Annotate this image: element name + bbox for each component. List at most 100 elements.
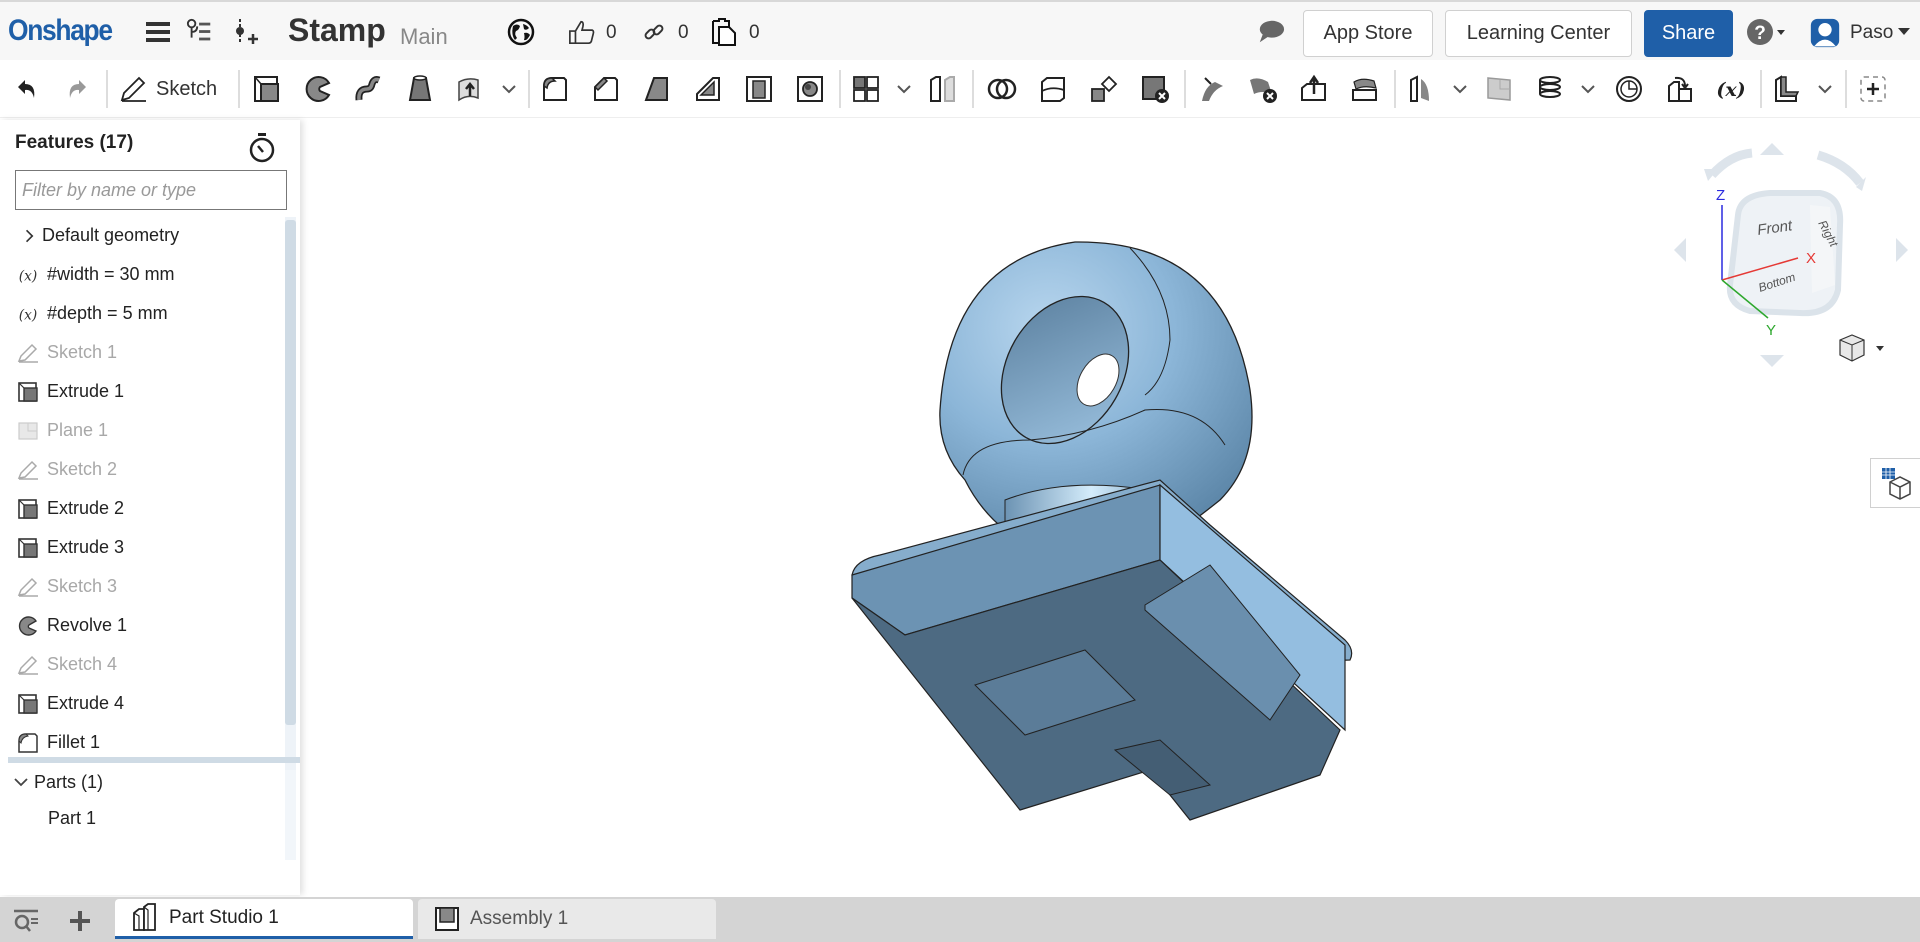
panel-resize-divider[interactable]	[8, 757, 300, 763]
feature-item[interactable]: Extrude 4	[0, 684, 285, 723]
replace-face-icon[interactable]	[1348, 72, 1382, 106]
hamburger-menu-icon[interactable]	[144, 18, 172, 46]
parts-list-scrollbar[interactable]	[285, 770, 296, 860]
toolbar-separator	[1184, 70, 1186, 108]
onshape-logo[interactable]: Onshape	[8, 14, 113, 48]
delete-part-icon[interactable]	[1138, 72, 1172, 106]
tab-label: Part Studio 1	[169, 906, 279, 928]
feature-list-scrollbar[interactable]	[285, 217, 296, 847]
tab-assembly-1[interactable]: Assembly 1	[418, 899, 716, 939]
move-face-icon[interactable]	[1297, 72, 1331, 106]
undo-icon[interactable]	[10, 72, 44, 106]
feature-item[interactable]: Sketch 2	[0, 450, 285, 489]
scrollbar-thumb[interactable]	[285, 220, 296, 725]
sweep-icon[interactable]	[352, 72, 386, 106]
mirror-icon[interactable]	[926, 72, 960, 106]
derived-icon[interactable]	[1663, 72, 1697, 106]
insert-version-icon[interactable]	[232, 18, 260, 46]
user-menu-caret-icon[interactable]	[1896, 18, 1912, 46]
chevron-down-icon[interactable]	[895, 78, 913, 100]
feature-item[interactable]: Sketch 3	[0, 567, 285, 606]
view-options-cube-icon	[1839, 334, 1884, 362]
chevron-right-icon[interactable]	[20, 224, 38, 248]
feature-item[interactable]: (x) #depth = 5 mm	[0, 294, 285, 333]
feature-item[interactable]: Extrude 2	[0, 489, 285, 528]
globe-public-icon[interactable]	[507, 18, 535, 46]
feature-item[interactable]: Extrude 3	[0, 528, 285, 567]
help-menu[interactable]: ?	[1746, 18, 1788, 46]
delete-face-icon[interactable]	[1246, 72, 1280, 106]
feature-filter-input[interactable]	[15, 170, 287, 210]
chevron-down-icon[interactable]	[1816, 78, 1834, 100]
fillet-icon[interactable]	[538, 72, 572, 106]
feature-item[interactable]: Revolve 1	[0, 606, 285, 645]
feature-item[interactable]: (x) #width = 30 mm	[0, 255, 285, 294]
modify-fillet-icon[interactable]	[1195, 72, 1229, 106]
view-cube[interactable]: Front Right Bottom Z X Y	[1660, 125, 1920, 375]
shell-icon[interactable]	[742, 72, 776, 106]
variable-icon[interactable]: (x)	[1714, 72, 1748, 106]
chevron-down-icon[interactable]	[1451, 78, 1469, 100]
feature-item[interactable]: Plane 1	[0, 411, 285, 450]
thicken-icon[interactable]	[454, 72, 488, 106]
display-options-icon[interactable]	[1870, 458, 1920, 508]
z-axis-label: Z	[1716, 187, 1725, 204]
tab-manager-search-icon[interactable]	[10, 905, 42, 937]
boolean-icon[interactable]	[985, 72, 1019, 106]
sketch-icon	[16, 575, 40, 599]
copy-document-icon[interactable]	[710, 18, 738, 46]
share-button[interactable]: Share	[1644, 10, 1733, 57]
svg-text:?: ?	[1754, 23, 1766, 44]
sheet-metal-icon[interactable]	[1770, 72, 1804, 106]
assembly-icon	[435, 907, 459, 931]
part-list-item[interactable]: Part 1	[48, 808, 96, 829]
chevron-down-icon[interactable]	[1579, 78, 1597, 100]
chamfer-icon[interactable]	[589, 72, 623, 106]
extrude-icon[interactable]	[250, 72, 284, 106]
user-avatar-icon[interactable]	[1810, 15, 1840, 51]
split-icon[interactable]	[1036, 72, 1070, 106]
feature-item[interactable]: Sketch 4	[0, 645, 285, 684]
chevron-down-icon[interactable]	[500, 78, 518, 100]
comment-icon[interactable]	[1257, 18, 1285, 46]
rollback-timer-icon[interactable]	[247, 132, 277, 164]
mate-connector-icon[interactable]	[1612, 72, 1646, 106]
view-rotate-up-icon	[1760, 143, 1784, 155]
hole-icon[interactable]	[793, 72, 827, 106]
link-icon[interactable]	[640, 18, 668, 46]
learning-center-button[interactable]: Learning Center	[1445, 10, 1632, 57]
redo-icon[interactable]	[60, 72, 94, 106]
rib-icon[interactable]	[691, 72, 725, 106]
thumbs-up-icon[interactable]	[568, 18, 596, 46]
feature-item[interactable]: Default geometry	[0, 216, 285, 255]
transform-icon[interactable]	[1087, 72, 1121, 106]
document-title[interactable]: Stamp	[288, 12, 386, 49]
tab-part-studio-1[interactable]: Part Studio 1	[115, 899, 413, 939]
add-tab-icon[interactable]	[64, 905, 96, 937]
revolve-icon[interactable]	[301, 72, 335, 106]
toolbar-separator	[528, 70, 530, 108]
user-name[interactable]: Paso	[1850, 22, 1893, 44]
3d-model-part[interactable]	[840, 230, 1400, 830]
parts-section-header[interactable]: Parts (1)	[14, 772, 103, 793]
mate-connector-plane-icon[interactable]	[1482, 72, 1516, 106]
feature-tree: Default geometry (x) #width = 30 mm (x) #dep…	[0, 216, 285, 762]
tab-bar: Part Studio 1 Assembly 1	[0, 897, 1920, 942]
feature-item[interactable]: Sketch 1	[0, 333, 285, 372]
helix-icon[interactable]	[1533, 72, 1567, 106]
feature-label: Extrude 2	[47, 498, 125, 518]
feature-label: Fillet 1	[47, 732, 101, 752]
app-store-button[interactable]: App Store	[1303, 10, 1433, 57]
view-rotate-left-icon	[1674, 238, 1686, 262]
plane-icon[interactable]	[1405, 72, 1439, 106]
linear-pattern-icon[interactable]	[849, 72, 883, 106]
add-custom-feature-icon[interactable]	[1856, 72, 1890, 106]
variable-icon: (x)	[16, 263, 40, 287]
extrude-icon	[16, 536, 40, 560]
draft-icon[interactable]	[640, 72, 674, 106]
loft-icon[interactable]	[403, 72, 437, 106]
feature-item[interactable]: Extrude 1	[0, 372, 285, 411]
sketch-button[interactable]: Sketch	[118, 72, 217, 106]
versions-graph-icon[interactable]	[186, 18, 214, 46]
branch-name[interactable]: Main	[400, 24, 448, 50]
